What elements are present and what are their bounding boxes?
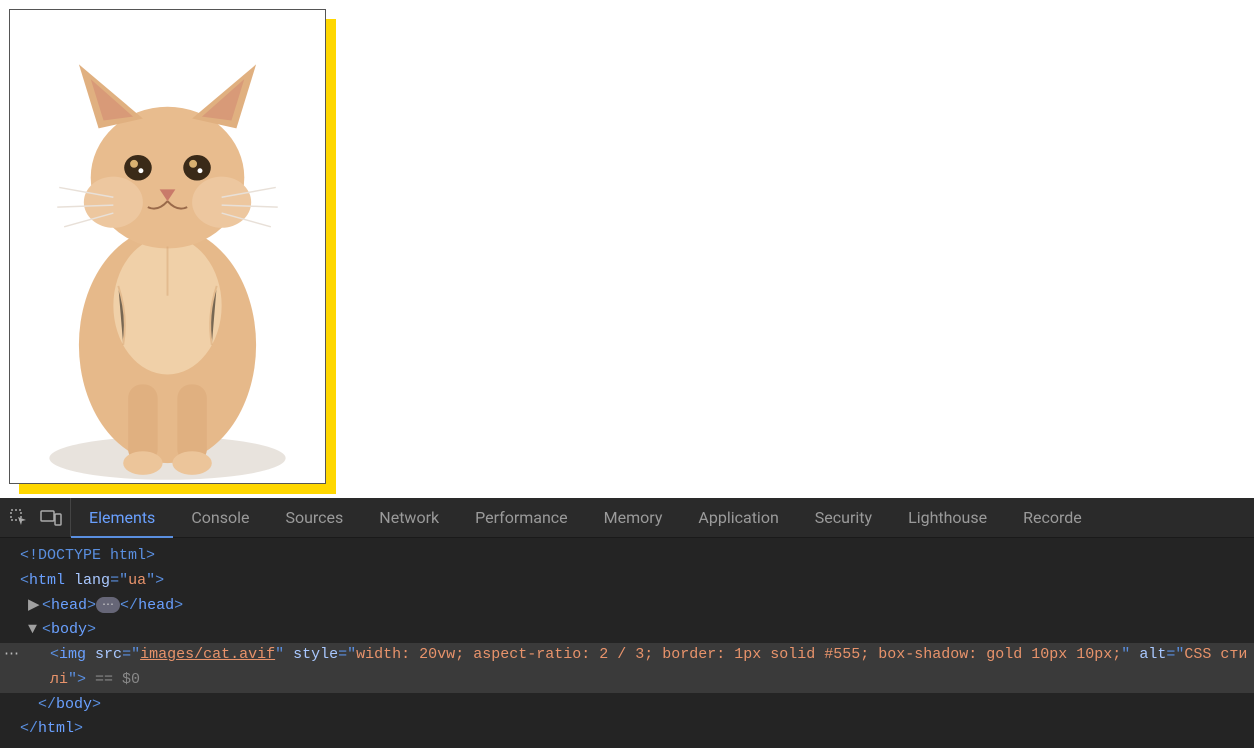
tab-network[interactable]: Network [361,498,457,537]
devtools-toolbar-icons [0,498,71,537]
dom-body-close[interactable]: </body> [0,693,1254,718]
cat-image [9,9,326,484]
tab-memory[interactable]: Memory [586,498,681,537]
actions-ellipsis-icon[interactable]: ⋯ [4,643,19,668]
tab-console[interactable]: Console [173,498,267,537]
expand-icon[interactable]: ▶ [28,594,42,619]
tab-recorder[interactable]: Recorde [1005,498,1100,537]
tab-performance[interactable]: Performance [457,498,586,537]
devtools-tabbar: Elements Console Sources Network Perform… [0,498,1254,538]
cat-illustration [10,10,325,483]
dom-head[interactable]: ▶<head>⋯</head> [0,594,1254,619]
tab-security[interactable]: Security [797,498,890,537]
elements-dom-tree[interactable]: <!DOCTYPE html> <html lang="ua"> ▶<head>… [0,538,1254,748]
inspect-icon[interactable] [8,507,30,529]
collapse-icon[interactable]: ▼ [28,618,42,643]
tab-sources[interactable]: Sources [267,498,361,537]
page-viewport [0,0,1254,498]
dom-body-open[interactable]: ▼<body> [0,618,1254,643]
ellipsis-icon[interactable]: ⋯ [96,597,120,613]
dom-html-open[interactable]: <html lang="ua"> [0,569,1254,594]
devtools-tabs: Elements Console Sources Network Perform… [71,498,1100,537]
tab-application[interactable]: Application [680,498,796,537]
dom-img-selected[interactable]: ⋯<img src="images/cat.avif" style="width… [0,643,1254,693]
device-toolbar-icon[interactable] [40,507,62,529]
devtools-panel: Elements Console Sources Network Perform… [0,498,1254,748]
tab-lighthouse[interactable]: Lighthouse [890,498,1005,537]
dom-html-close[interactable]: </html> [0,717,1254,742]
tab-elements[interactable]: Elements [71,498,173,537]
dom-doctype[interactable]: <!DOCTYPE html> [0,544,1254,569]
